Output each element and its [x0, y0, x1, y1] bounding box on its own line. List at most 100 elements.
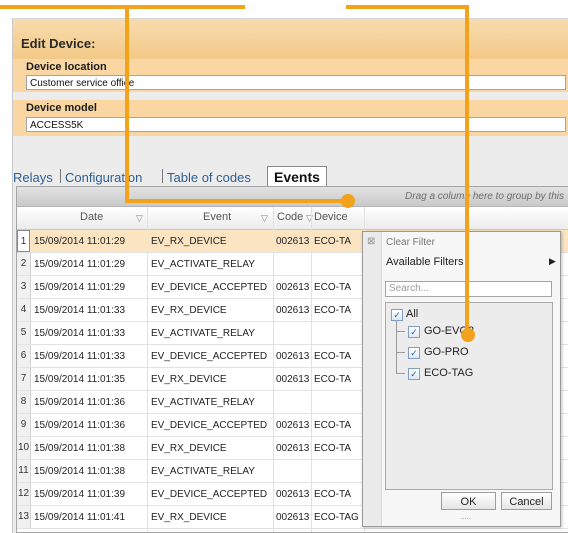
row-number: 2 [17, 253, 31, 275]
tab-separator [60, 169, 61, 183]
clear-filter-icon[interactable]: ⊠ [367, 236, 375, 247]
tree-line [396, 321, 397, 374]
row-number: 7 [17, 368, 31, 390]
cell-date: 15/09/2014 11:01:39 [34, 489, 126, 500]
checkbox-go-pro[interactable]: ✓ [408, 347, 420, 359]
cell-code: 002613 [276, 512, 310, 523]
group-hint: Drag a column here to group by this [405, 191, 564, 202]
cell-date: 15/09/2014 11:01:36 [34, 420, 126, 431]
cell-code: 002613 [276, 374, 310, 385]
group-panel[interactable]: Drag a column here to group by this [17, 187, 568, 207]
cell-code: 002613 [276, 443, 310, 454]
cell-date: 15/09/2014 11:01:33 [34, 328, 126, 339]
cell-device: ECO-TA [314, 489, 352, 500]
device-location-label: Device location [26, 61, 107, 73]
column-header-code[interactable]: Code [277, 211, 303, 223]
row-number: 5 [17, 322, 31, 344]
checkbox-eco-tag[interactable]: ✓ [408, 368, 420, 380]
device-model-section: Device model ACCESS5K [13, 100, 568, 136]
callout-marker [461, 328, 475, 342]
row-number: 10 [17, 437, 31, 459]
cell-code: 002613 [276, 420, 310, 431]
row-number: 1 [17, 230, 30, 252]
tab-relays[interactable]: Relays [13, 170, 53, 185]
checkbox-all[interactable]: ✓ [391, 309, 403, 321]
cell-date: 15/09/2014 11:01:33 [34, 351, 126, 362]
cell-event: EV_DEVICE_ACCEPTED [151, 351, 268, 362]
column-header-date[interactable]: Date [80, 211, 103, 223]
cell-event: EV_RX_DEVICE [151, 305, 227, 316]
cell-event: EV_DEVICE_ACCEPTED [151, 420, 268, 431]
cell-event: EV_RX_DEVICE [151, 236, 227, 247]
submenu-arrow-icon: ▶ [549, 256, 556, 266]
option-eco-tag-label: ECO-TAG [424, 367, 474, 379]
cell-code: 002613 [276, 351, 310, 362]
cell-date: 15/09/2014 11:01:35 [34, 374, 126, 385]
tab-bar: Relays Configuration Table of codes Even… [13, 164, 568, 186]
option-go-pro-label: GO-PRO [424, 346, 469, 358]
cell-code: 002613 [276, 282, 310, 293]
filter-icon[interactable]: ▽ [261, 213, 268, 224]
cell-date: 15/09/2014 11:01:29 [34, 259, 126, 270]
filter-popup: ⊠ Clear Filter Available Filters ▶ Searc… [362, 231, 561, 527]
cell-date: 15/09/2014 11:01:29 [34, 236, 126, 247]
cell-event: EV_RX_DEVICE [151, 374, 227, 385]
cell-device: ECO-TAG [314, 512, 359, 523]
cell-code: 002613 [276, 305, 310, 316]
popup-icon-strip [363, 232, 382, 526]
tree-line [396, 373, 405, 374]
row-number: 13 [17, 506, 31, 528]
cell-date: 15/09/2014 11:01:36 [34, 397, 126, 408]
cancel-button[interactable]: Cancel [501, 492, 552, 510]
callout-marker [341, 194, 355, 208]
device-location-section: Device location Customer service office [13, 59, 568, 92]
cell-device: ECO-TA [314, 374, 352, 385]
window-header: Edit Device: [13, 19, 568, 59]
row-number: 11 [17, 460, 31, 482]
available-filters-item[interactable]: Available Filters [386, 256, 463, 268]
tab-configuration[interactable]: Configuration [65, 170, 142, 185]
cell-event: EV_ACTIVATE_RELAY [151, 328, 255, 339]
tree-line [396, 352, 405, 353]
column-header-event[interactable]: Event [203, 211, 231, 223]
callout-line [125, 199, 347, 203]
cell-device: ECO-TA [314, 351, 352, 362]
tab-events[interactable]: Events [267, 166, 327, 186]
callout-line [125, 5, 129, 202]
cell-event: EV_ACTIVATE_RELAY [151, 397, 255, 408]
cell-date: 15/09/2014 11:01:38 [34, 443, 126, 454]
cell-device: ECO-TA [314, 282, 352, 293]
resize-grip[interactable]: ..... [460, 512, 471, 521]
column-header-row: Date ▽ Event ▽ Code ▽ Device [17, 207, 568, 230]
cell-event: EV_DEVICE_ACCEPTED [151, 489, 268, 500]
ok-button[interactable]: OK [441, 492, 496, 510]
column-header-device[interactable]: Device [314, 211, 348, 223]
filter-icon[interactable]: ▽ [136, 213, 143, 224]
clear-filter-item[interactable]: Clear Filter [386, 237, 435, 248]
cell-date: 15/09/2014 11:01:38 [34, 466, 126, 477]
tree-line [396, 331, 405, 332]
tab-separator [162, 169, 163, 183]
callout-line-top-left [0, 5, 245, 9]
tab-table-of-codes[interactable]: Table of codes [167, 170, 251, 185]
device-model-field[interactable]: ACCESS5K [26, 117, 566, 132]
device-location-field[interactable]: Customer service office [26, 75, 566, 90]
cell-device: ECO-TA [314, 305, 352, 316]
cell-device: ECO-TA [314, 443, 352, 454]
row-number: 6 [17, 345, 31, 367]
callout-line-top-right [346, 5, 468, 9]
checkbox-go-evo2[interactable]: ✓ [408, 326, 420, 338]
row-number: 12 [17, 483, 31, 505]
cell-date: 15/09/2014 11:01:29 [34, 282, 126, 293]
cell-code: 002613 [276, 236, 310, 247]
row-number: 8 [17, 391, 31, 413]
cell-event: EV_DEVICE_ACCEPTED [151, 282, 268, 293]
row-number: 4 [17, 299, 31, 321]
cell-date: 15/09/2014 11:01:33 [34, 305, 126, 316]
cell-event: EV_RX_DEVICE [151, 443, 227, 454]
row-number: 3 [17, 276, 31, 298]
row-number: 9 [17, 414, 31, 436]
option-all-label: All [406, 308, 419, 320]
cell-event: EV_RX_DEVICE [151, 512, 227, 523]
cell-date: 15/09/2014 11:01:41 [34, 512, 126, 523]
